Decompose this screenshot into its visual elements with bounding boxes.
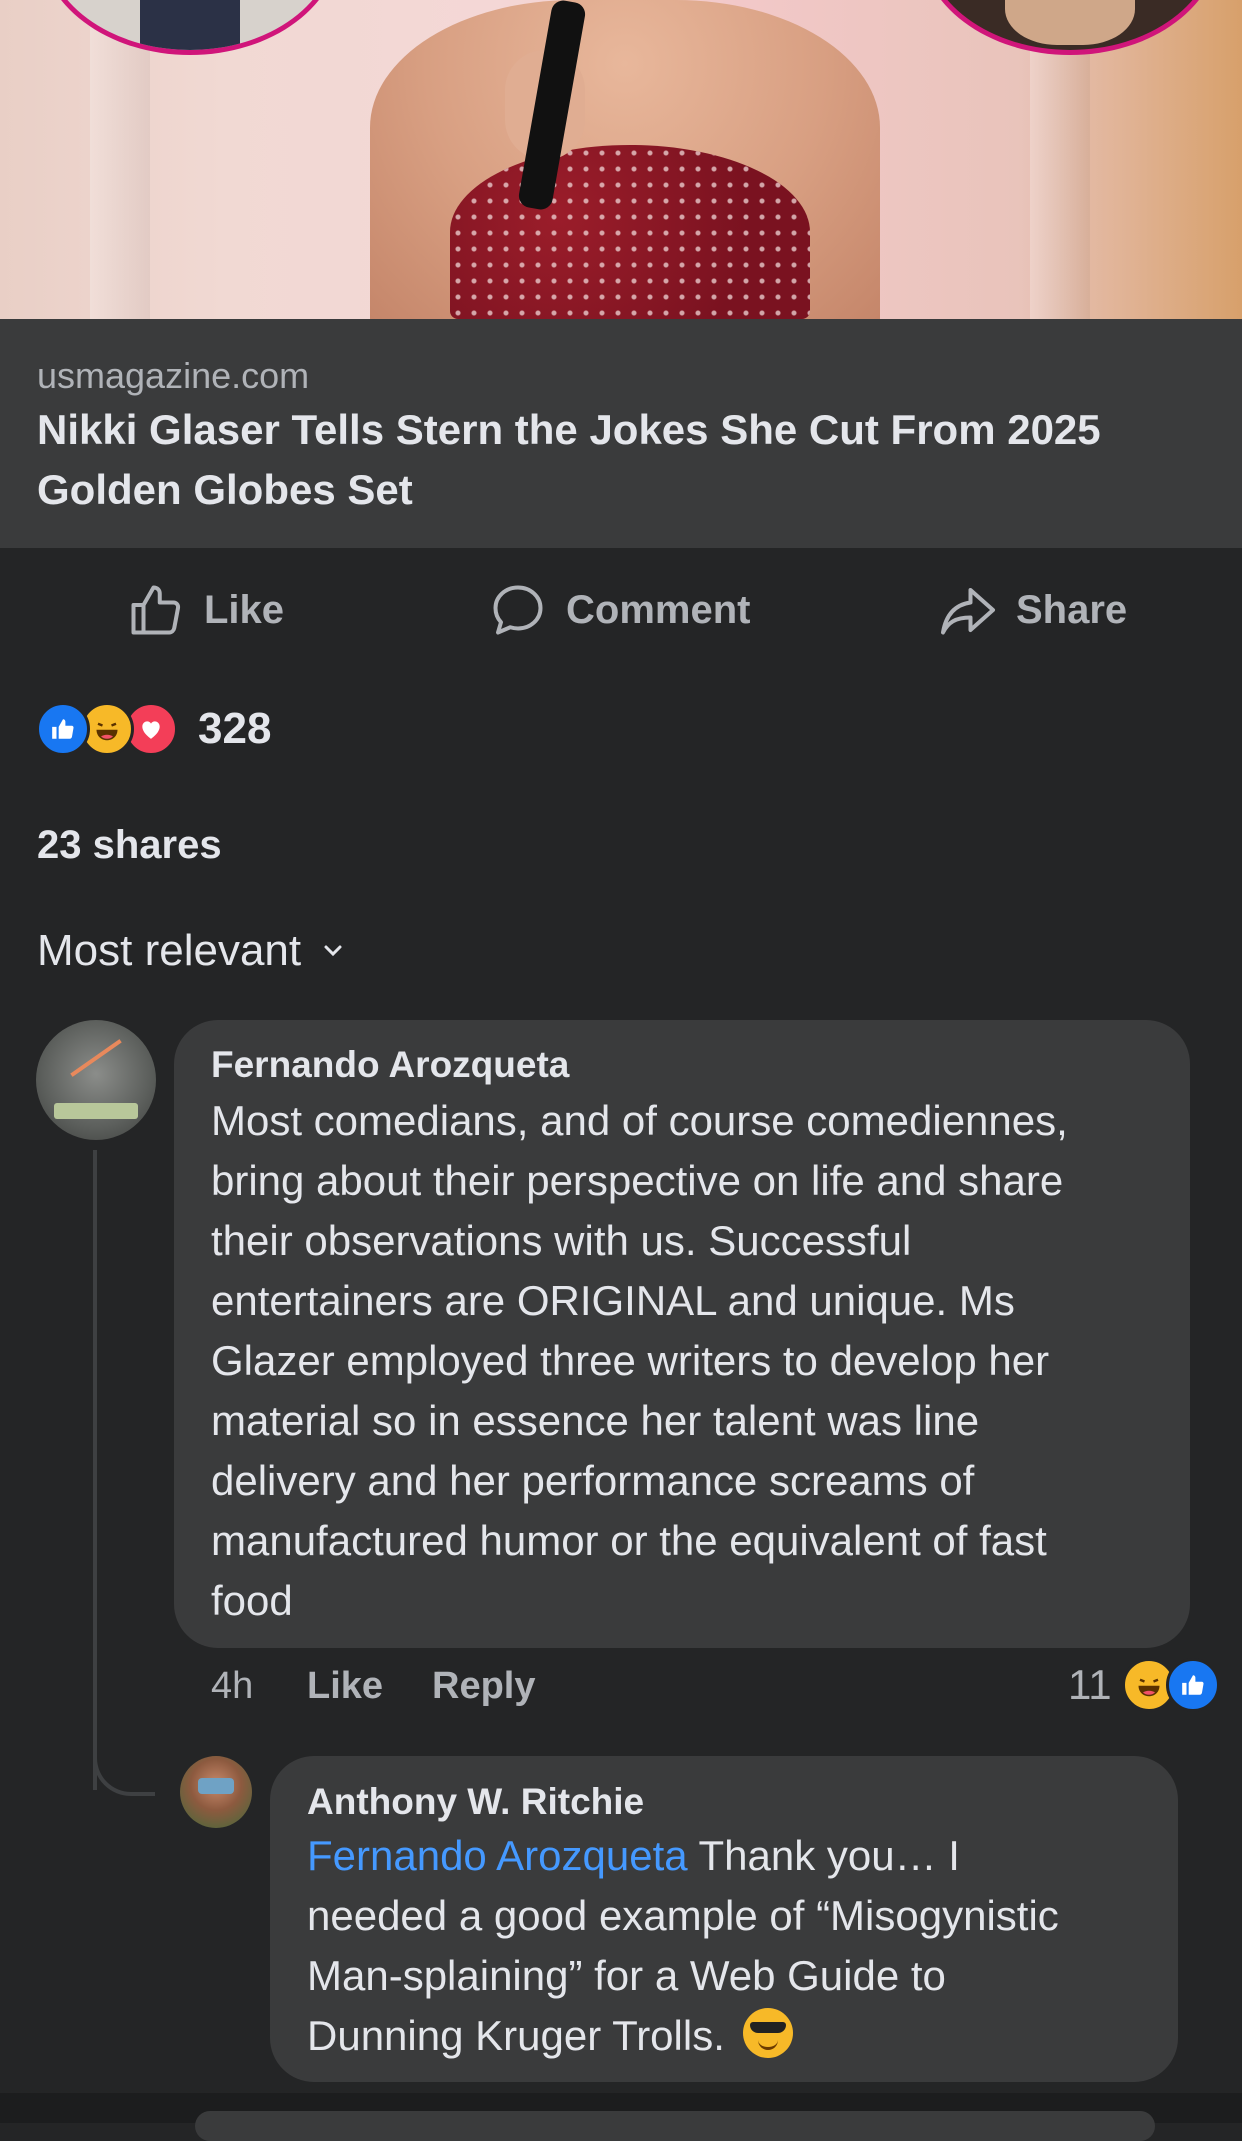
post-action-bar: Like Comment Share xyxy=(0,560,1242,660)
comment-button[interactable]: Comment xyxy=(488,560,750,660)
thumbs-up-icon xyxy=(131,585,181,635)
share-label: Share xyxy=(1016,587,1128,632)
comment-line: Glazer employed three writers to develop… xyxy=(211,1337,1050,1384)
reply-line-text: Dunning Kruger Trolls. xyxy=(307,2012,725,2059)
comment-author[interactable]: Fernando Arozqueta xyxy=(211,1044,569,1086)
reply-author[interactable]: Anthony W. Ritchie xyxy=(307,1781,644,1823)
reaction-count: 328 xyxy=(198,704,272,753)
chevron-down-icon xyxy=(324,945,342,957)
link-domain: usmagazine.com xyxy=(37,355,310,396)
inset-photo-right xyxy=(920,0,1220,55)
reply-line-text: Thank you… I xyxy=(687,1832,960,1879)
comment-bubble-icon xyxy=(493,585,543,635)
reply-line: Fernando Arozqueta Thank you… I xyxy=(307,1826,1059,1886)
comment-text: Most comedians, and of course comedienne… xyxy=(211,1091,1068,1631)
reply-text: Fernando Arozqueta Thank you… I needed a… xyxy=(307,1826,1059,2066)
comment-line: entertainers are ORIGINAL and unique. Ms xyxy=(211,1277,1015,1324)
like-reaction-icon xyxy=(36,702,90,756)
reply-line: Man-splaining” for a Web Guide to xyxy=(307,1952,946,1999)
like-label: Like xyxy=(204,587,285,632)
comment-reply-button[interactable]: Reply xyxy=(432,1660,535,1712)
next-comment-edge xyxy=(0,2093,1242,2141)
sort-label: Most relevant xyxy=(37,926,302,975)
photo-dress xyxy=(450,145,810,319)
reactions-summary[interactable]: 328 xyxy=(36,702,272,756)
comment-timestamp: 4h xyxy=(211,1664,254,1707)
comment-line: bring about their perspective on life an… xyxy=(211,1157,1064,1204)
sunglasses-emoji-icon xyxy=(742,2008,793,2058)
comment-line: material so in essence her talent was li… xyxy=(211,1397,980,1444)
avatar[interactable] xyxy=(180,1756,252,1828)
comment-line: Most comedians, and of course comedienne… xyxy=(211,1097,1068,1144)
reply-line: needed a good example of “Misogynistic xyxy=(307,1892,1059,1939)
inset-photo-left xyxy=(40,0,340,55)
comment-line: manufactured humor or the equivalent of … xyxy=(211,1517,1047,1564)
shares-count[interactable]: 23 shares xyxy=(37,823,222,868)
mention-link[interactable]: Fernando Arozqueta xyxy=(307,1832,688,1879)
comment-line: delivery and her performance screams of xyxy=(211,1457,975,1504)
like-reaction-icon xyxy=(1165,1658,1220,1712)
comment-sort-dropdown[interactable]: Most relevant xyxy=(37,926,343,976)
share-button[interactable]: Share xyxy=(938,560,1127,660)
thread-connector xyxy=(93,1720,155,1796)
comment-label: Comment xyxy=(566,587,751,632)
reply-line: Dunning Kruger Trolls. xyxy=(307,2006,1059,2066)
comment-like-button[interactable]: Like xyxy=(307,1660,383,1712)
comment-line: food xyxy=(211,1577,293,1624)
like-button[interactable]: Like xyxy=(126,560,284,660)
link-title[interactable]: Nikki Glaser Tells Stern the Jokes She C… xyxy=(37,400,1207,520)
comment-reaction-count: 11 xyxy=(1068,1661,1112,1708)
thread-line xyxy=(93,1150,97,1790)
avatar[interactable] xyxy=(36,1020,156,1140)
post-image[interactable] xyxy=(0,0,1242,319)
share-arrow-icon xyxy=(941,588,995,635)
comment-reactions[interactable]: 11 xyxy=(1068,1658,1220,1712)
comment-line: their observations with us. Successful xyxy=(211,1217,912,1264)
